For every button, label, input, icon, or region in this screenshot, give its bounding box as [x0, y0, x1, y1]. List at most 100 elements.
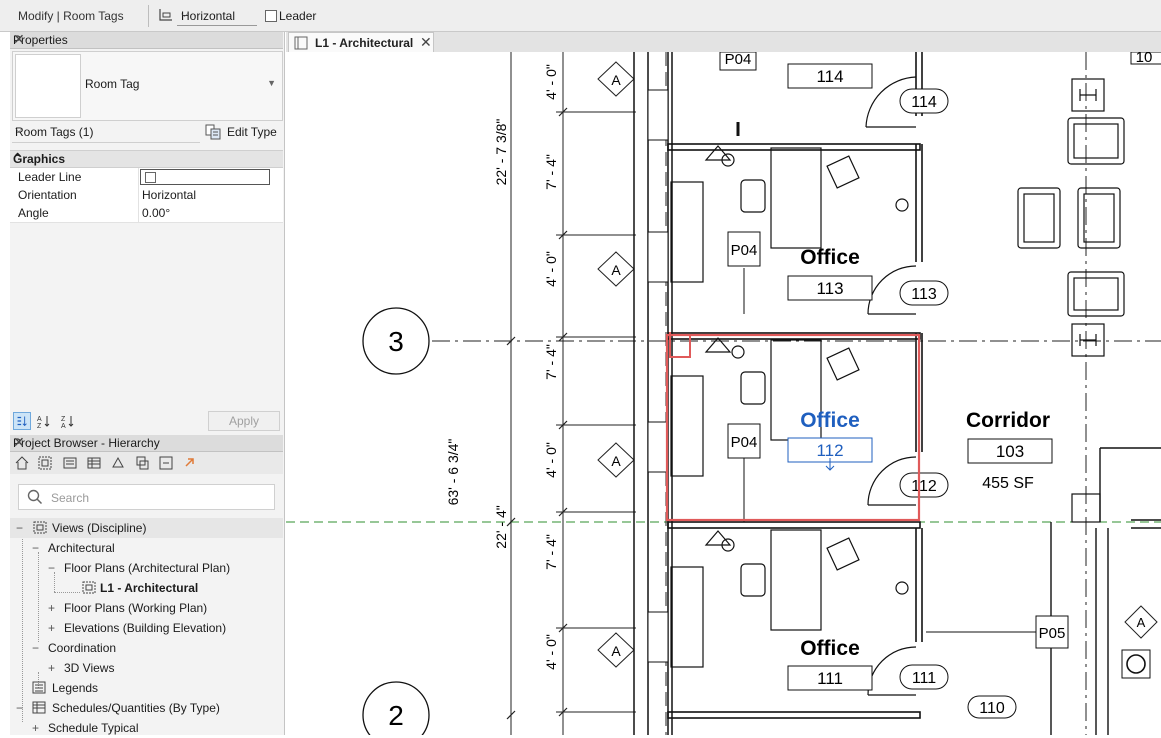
- tree-label: Legends: [52, 681, 99, 695]
- type-tag-p05[interactable]: P05: [926, 615, 1069, 649]
- elevation-tag[interactable]: A: [1124, 605, 1158, 639]
- leader-checkbox[interactable]: [265, 10, 277, 22]
- elevation-tag[interactable]: A: [597, 251, 635, 287]
- door-tag-114[interactable]: 114: [899, 88, 949, 114]
- svg-text:111: 111: [912, 670, 936, 687]
- revit-links-icon[interactable]: [158, 455, 174, 471]
- sheets-icon[interactable]: [62, 455, 78, 471]
- tree-toggle[interactable]: −: [32, 641, 42, 655]
- drawing-canvas[interactable]: 3 2 22' - 7 3/8" 63' - 6 3/4" 22' - 4" 4…: [286, 52, 1161, 735]
- tree-toggle[interactable]: −: [16, 521, 26, 535]
- room-tag-112-selected[interactable]: Office 112: [787, 409, 873, 471]
- views-icon: [33, 521, 47, 534]
- tree-toggle[interactable]: −: [16, 701, 26, 715]
- close-icon[interactable]: ✕: [13, 31, 279, 48]
- room-tag-111[interactable]: Office 111: [787, 637, 873, 691]
- elevation-tag[interactable]: A: [597, 61, 635, 97]
- svg-text:A: A: [37, 416, 42, 423]
- tree-toggle[interactable]: −: [32, 541, 42, 555]
- link-icon[interactable]: [182, 455, 198, 471]
- edit-type-icon: [205, 124, 221, 140]
- instance-filter-dropdown[interactable]: Room Tags (1) ⌵: [12, 122, 200, 143]
- door-tag-112[interactable]: 112: [899, 472, 949, 498]
- type-name: Room Tag: [85, 77, 140, 91]
- graphics-group-header[interactable]: Graphics ⌃: [10, 150, 283, 168]
- type-selector[interactable]: Room Tag ▼: [12, 51, 283, 121]
- row-divider: [138, 186, 139, 204]
- grid-bubble-3[interactable]: 3: [362, 307, 430, 375]
- svg-text:Office: Office: [800, 409, 860, 432]
- apply-button[interactable]: Apply: [208, 411, 280, 431]
- families-icon[interactable]: [110, 455, 126, 471]
- view-tab-l1-architectural[interactable]: L1 - Architectural ✕: [288, 32, 434, 52]
- search-icon: [27, 489, 43, 505]
- legend-icon: [32, 681, 46, 694]
- elevation-tag[interactable]: A: [597, 442, 635, 478]
- svg-text:113: 113: [911, 286, 937, 303]
- svg-text:A: A: [611, 72, 621, 88]
- door-tag-113[interactable]: 113: [899, 280, 949, 306]
- svg-text:111: 111: [817, 669, 843, 688]
- views-icon[interactable]: [37, 455, 53, 471]
- elevation-tag[interactable]: A: [597, 632, 635, 668]
- home-icon[interactable]: [14, 455, 30, 471]
- floor-plan-drawing[interactable]: 3 2 22' - 7 3/8" 63' - 6 3/4" 22' - 4" 4…: [286, 52, 1161, 735]
- properties-header: Properties ✕: [10, 31, 283, 49]
- door-tag-111[interactable]: 111: [899, 664, 949, 690]
- property-value[interactable]: 0.00°: [142, 206, 170, 220]
- leader-line-cell[interactable]: [140, 169, 270, 185]
- schedule-icon: [32, 701, 46, 714]
- selected-room-outline[interactable]: [665, 333, 921, 522]
- room-tag-corridor[interactable]: Corridor 103 455 SF: [966, 409, 1053, 492]
- type-preview: [15, 54, 81, 118]
- tree-toggle[interactable]: +: [48, 601, 58, 615]
- options-bar: Modify | Room Tags Horizontal ⌵ Leader: [0, 0, 1161, 32]
- collapse-icon: ⌃: [13, 152, 23, 164]
- sort-ascending-icon[interactable]: AZ: [35, 412, 53, 430]
- search-placeholder: Search: [51, 491, 90, 505]
- svg-text:A: A: [61, 423, 66, 430]
- svg-text:Office: Office: [800, 246, 860, 269]
- schedule-icon[interactable]: [86, 455, 102, 471]
- tree-toggle[interactable]: +: [48, 661, 58, 675]
- property-value[interactable]: Horizontal: [142, 188, 196, 202]
- svg-text:Z: Z: [61, 416, 66, 423]
- grid-label: 3: [388, 326, 404, 357]
- tree-toggle[interactable]: +: [32, 721, 42, 735]
- dimension-text: 4' - 0": [543, 442, 559, 478]
- leader-line-checkbox[interactable]: [145, 172, 156, 183]
- sort-by-group-icon[interactable]: [13, 412, 31, 430]
- door-tag-110[interactable]: 110: [967, 695, 1017, 719]
- properties-footer: AZ ZA Apply: [10, 408, 283, 432]
- groups-icon[interactable]: [134, 455, 150, 471]
- close-icon[interactable]: ✕: [13, 434, 279, 451]
- room-tag-114[interactable]: 114: [787, 63, 873, 89]
- project-browser-search[interactable]: Search: [18, 484, 275, 510]
- type-tag-p04[interactable]: P04: [727, 231, 761, 314]
- tree-toggle[interactable]: +: [48, 621, 58, 635]
- orientation-dropdown[interactable]: Horizontal ⌵: [177, 6, 257, 26]
- type-tag-p04[interactable]: P04: [719, 52, 757, 71]
- dimension-text: 4' - 0": [543, 64, 559, 100]
- property-key: Leader Line: [18, 170, 82, 184]
- view-tab-label: L1 - Architectural: [315, 36, 414, 50]
- tree-node-views[interactable]: − Views (Discipline): [10, 518, 283, 538]
- type-tag-p04[interactable]: P04: [727, 423, 761, 522]
- tree-label: Floor Plans (Working Plan): [64, 601, 208, 615]
- floor-plan-icon: [82, 581, 96, 594]
- tree-label: Floor Plans (Architectural Plan): [64, 561, 231, 575]
- tree-label: Architectural: [48, 541, 115, 555]
- close-icon[interactable]: ✕: [420, 34, 432, 51]
- dimension-text: 4' - 0": [543, 251, 559, 287]
- svg-text:103: 103: [996, 442, 1024, 461]
- sort-descending-icon[interactable]: ZA: [59, 412, 77, 430]
- room-tag-113[interactable]: Office 113: [787, 246, 873, 301]
- grid-bubble-2[interactable]: 2: [362, 681, 430, 735]
- instance-row: Room Tags (1) ⌵ Edit Type: [12, 122, 281, 144]
- edit-type-label: Edit Type: [227, 125, 277, 139]
- tree-label: 3D Views: [64, 661, 115, 675]
- tree-label: Elevations (Building Elevation): [64, 621, 227, 635]
- svg-text:A: A: [611, 262, 621, 278]
- property-row-angle: Angle 0.00°: [10, 204, 283, 223]
- tree-toggle[interactable]: −: [48, 561, 58, 575]
